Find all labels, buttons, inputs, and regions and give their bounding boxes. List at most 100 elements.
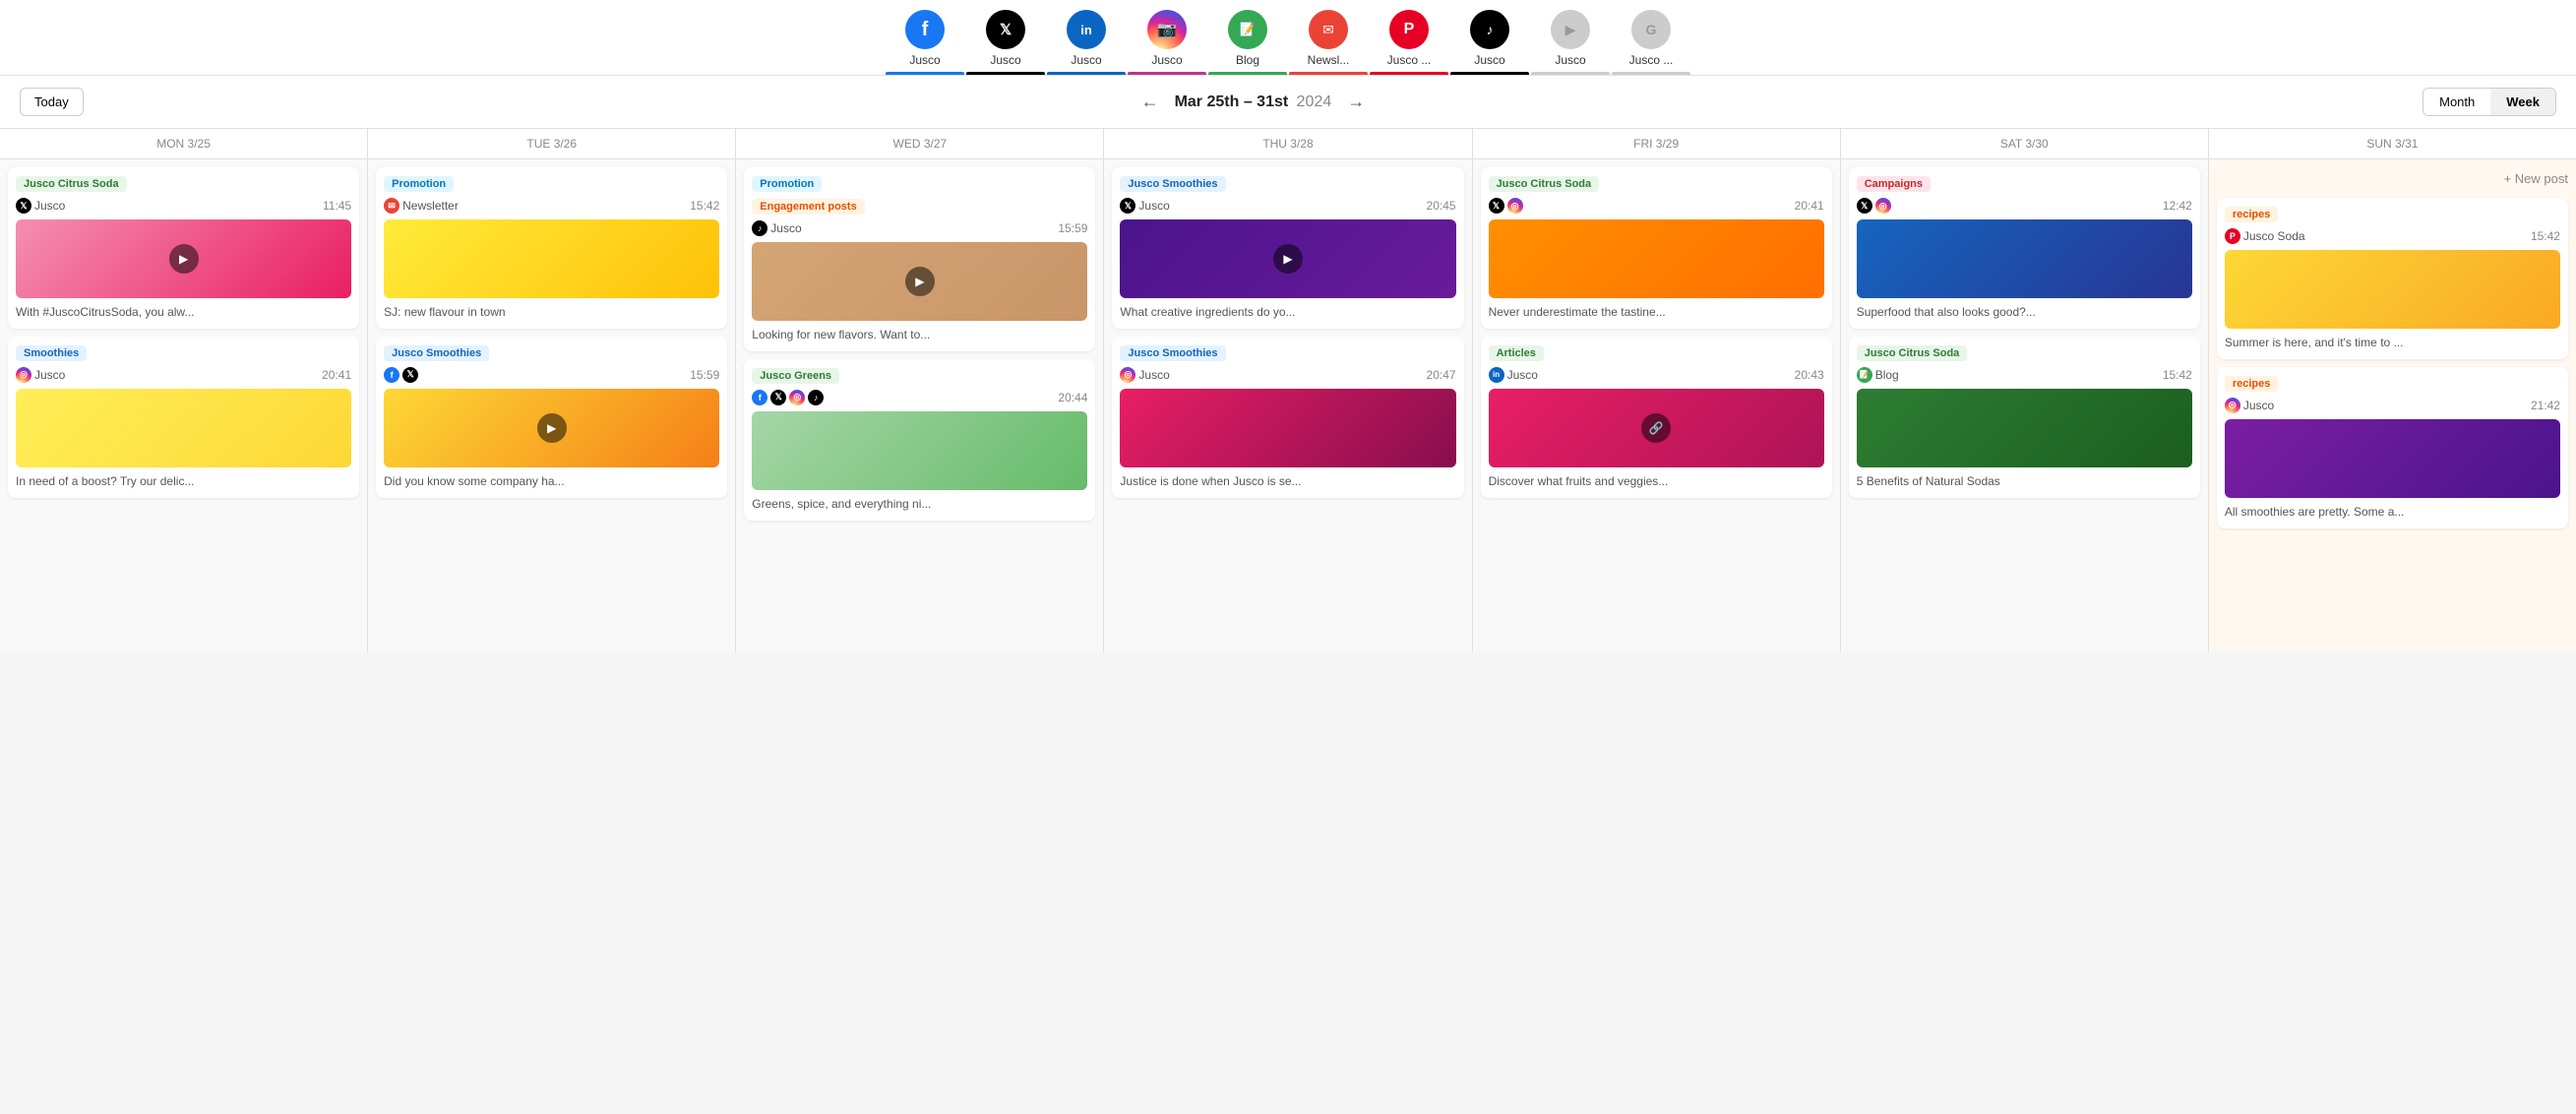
nav-account-li[interactable]: in Jusco xyxy=(1047,10,1126,75)
nav-account-blog[interactable]: 📝 Blog xyxy=(1208,10,1287,75)
post-card[interactable]: Jusco Smoothies 𝕏 Jusco 20:45 ▶ What cre… xyxy=(1112,167,1463,329)
tt-social-icon: ♪ xyxy=(808,390,824,405)
post-image xyxy=(1489,219,1824,298)
post-meta: ✉ Newsletter 15:42 xyxy=(384,198,719,214)
yt-bar xyxy=(1531,72,1610,75)
month-view-button[interactable]: Month xyxy=(2423,89,2490,115)
post-card[interactable]: Smoothies ◎ Jusco 20:41 In need of a boo… xyxy=(8,337,359,498)
nav-account-pt[interactable]: P Jusco ... xyxy=(1370,10,1448,75)
post-card[interactable]: Promotion Engagement posts ♪ Jusco 15:59… xyxy=(744,167,1095,351)
tt-icon: ♪ xyxy=(1470,10,1509,49)
ig-bar xyxy=(1128,72,1206,75)
post-time: 21:42 xyxy=(2531,399,2560,412)
post-meta: 📝 Blog 15:42 xyxy=(1857,367,2192,383)
day-col-sun: + New post recipes P Jusco Soda 15:42 Su… xyxy=(2209,159,2576,651)
account-list: f Jusco 𝕏 Jusco in Jusco 📷 Jusco 📝 Blog … xyxy=(886,10,1690,75)
post-meta: f 𝕏 15:59 xyxy=(384,367,719,383)
post-card[interactable]: Jusco Smoothies ◎ Jusco 20:47 Justice is… xyxy=(1112,337,1463,498)
post-text: SJ: new flavour in town xyxy=(384,304,719,321)
post-card[interactable]: Jusco Citrus Soda 📝 Blog 15:42 5 Benefit… xyxy=(1849,337,2200,498)
post-image: ▶ xyxy=(16,219,351,298)
post-card[interactable]: recipes P Jusco Soda 15:42 Summer is her… xyxy=(2217,198,2568,359)
post-time: 15:42 xyxy=(2163,368,2192,382)
day-col-wed: Promotion Engagement posts ♪ Jusco 15:59… xyxy=(736,159,1103,651)
nav-account-x-label: Jusco xyxy=(990,53,1020,67)
post-card[interactable]: Jusco Citrus Soda 𝕏 ◎ 20:41 Never undere… xyxy=(1481,167,1832,329)
nav-account-g[interactable]: G Jusco ... xyxy=(1612,10,1690,75)
view-toggle: Month Week xyxy=(2423,88,2556,116)
nav-account-nl-label: Newsl... xyxy=(1308,53,1350,67)
post-card[interactable]: recipes ◎ Jusco 21:42 All smoothies are … xyxy=(2217,367,2568,528)
post-image xyxy=(1857,389,2192,467)
post-text: Never underestimate the tastine... xyxy=(1489,304,1824,321)
post-meta: ◎ Jusco 20:47 xyxy=(1120,367,1455,383)
nav-account-li-label: Jusco xyxy=(1071,53,1101,67)
post-card[interactable]: Jusco Citrus Soda 𝕏 Jusco 11:45 ▶ With #… xyxy=(8,167,359,329)
post-text: With #JuscoCitrusSoda, you alw... xyxy=(16,304,351,321)
post-card[interactable]: Campaigns 𝕏 ◎ 12:42 Superfood that also … xyxy=(1849,167,2200,329)
li-icon: in xyxy=(1067,10,1106,49)
ig-icon: 📷 xyxy=(1147,10,1187,49)
post-image: ▶ xyxy=(752,242,1087,321)
ig-social-icon: ◎ xyxy=(1120,367,1135,383)
post-text: Greens, spice, and everything ni... xyxy=(752,496,1087,513)
post-text: Superfood that also looks good?... xyxy=(1857,304,2192,321)
day-header-fri: FRI 3/29 xyxy=(1473,129,1840,158)
x-bar xyxy=(966,72,1045,75)
post-card[interactable]: Jusco Greens f 𝕏 ◎ ♪ 20:44 Greens, spice… xyxy=(744,359,1095,521)
day-col-sat: Campaigns 𝕏 ◎ 12:42 Superfood that also … xyxy=(1841,159,2208,651)
next-arrow[interactable]: → xyxy=(1347,92,1365,112)
post-tag: recipes xyxy=(2225,207,2279,222)
post-image xyxy=(2225,250,2560,329)
post-image xyxy=(1120,389,1455,467)
blog-bar xyxy=(1208,72,1287,75)
post-icons: 𝕏 ◎ xyxy=(1489,198,1523,214)
nav-account-ig[interactable]: 📷 Jusco xyxy=(1128,10,1206,75)
week-view-button[interactable]: Week xyxy=(2490,89,2555,115)
nav-account-fb[interactable]: f Jusco xyxy=(886,10,964,75)
post-icons: ♪ Jusco xyxy=(752,220,801,236)
x-social-icon: 𝕏 xyxy=(770,390,786,405)
post-tag: Smoothies xyxy=(16,345,87,361)
nav-account-pt-label: Jusco ... xyxy=(1387,53,1432,67)
account-name: Jusco xyxy=(34,199,65,213)
post-tag: Jusco Citrus Soda xyxy=(16,176,127,192)
nav-account-tt[interactable]: ♪ Jusco xyxy=(1450,10,1529,75)
post-text: Discover what fruits and veggies... xyxy=(1489,473,1824,490)
day-header-wed: WED 3/27 xyxy=(736,129,1103,158)
x-social-icon: 𝕏 xyxy=(16,198,31,214)
post-image: 🔗 xyxy=(1489,389,1824,467)
nav-account-x[interactable]: 𝕏 Jusco xyxy=(966,10,1045,75)
prev-arrow[interactable]: ← xyxy=(1141,92,1159,112)
nav-account-nl[interactable]: ✉ Newsl... xyxy=(1289,10,1368,75)
post-icons: ◎ Jusco xyxy=(16,367,65,383)
today-button[interactable]: Today xyxy=(20,88,84,116)
day-header-thu: THU 3/28 xyxy=(1104,129,1471,158)
tt-social-icon: ♪ xyxy=(752,220,767,236)
post-icons: 𝕏 Jusco xyxy=(16,198,65,214)
nav-account-g-label: Jusco ... xyxy=(1629,53,1674,67)
date-nav: ← Mar 25th – 31st 2024 → xyxy=(103,92,2403,112)
post-image: ▶ xyxy=(384,389,719,467)
post-image xyxy=(1857,219,2192,298)
pt-social-icon: P xyxy=(2225,228,2240,244)
post-meta: ♪ Jusco 15:59 xyxy=(752,220,1087,236)
g-bar xyxy=(1612,72,1690,75)
account-name: Newsletter xyxy=(402,199,459,213)
post-tag: Promotion xyxy=(752,176,822,192)
post-text: In need of a boost? Try our delic... xyxy=(16,473,351,490)
account-name: Jusco xyxy=(34,368,65,382)
post-card[interactable]: Promotion ✉ Newsletter 15:42 SJ: new fla… xyxy=(376,167,727,329)
li-social-icon: in xyxy=(1489,367,1504,383)
video-icon: ▶ xyxy=(905,267,935,296)
post-icons: 𝕏 ◎ xyxy=(1857,198,1891,214)
fb-social-icon: f xyxy=(384,367,399,383)
account-name: Jusco xyxy=(1138,199,1169,213)
post-card[interactable]: Jusco Smoothies f 𝕏 15:59 ▶ Did you know… xyxy=(376,337,727,498)
post-card[interactable]: Articles in Jusco 20:43 🔗 Discover what … xyxy=(1481,337,1832,498)
account-name: Jusco xyxy=(1138,368,1169,382)
post-tag: Jusco Citrus Soda xyxy=(1857,345,1968,361)
nav-account-yt[interactable]: ▶ Jusco xyxy=(1531,10,1610,75)
new-post-button[interactable]: + New post xyxy=(2217,167,2568,190)
day-header-mon: MON 3/25 xyxy=(0,129,367,158)
